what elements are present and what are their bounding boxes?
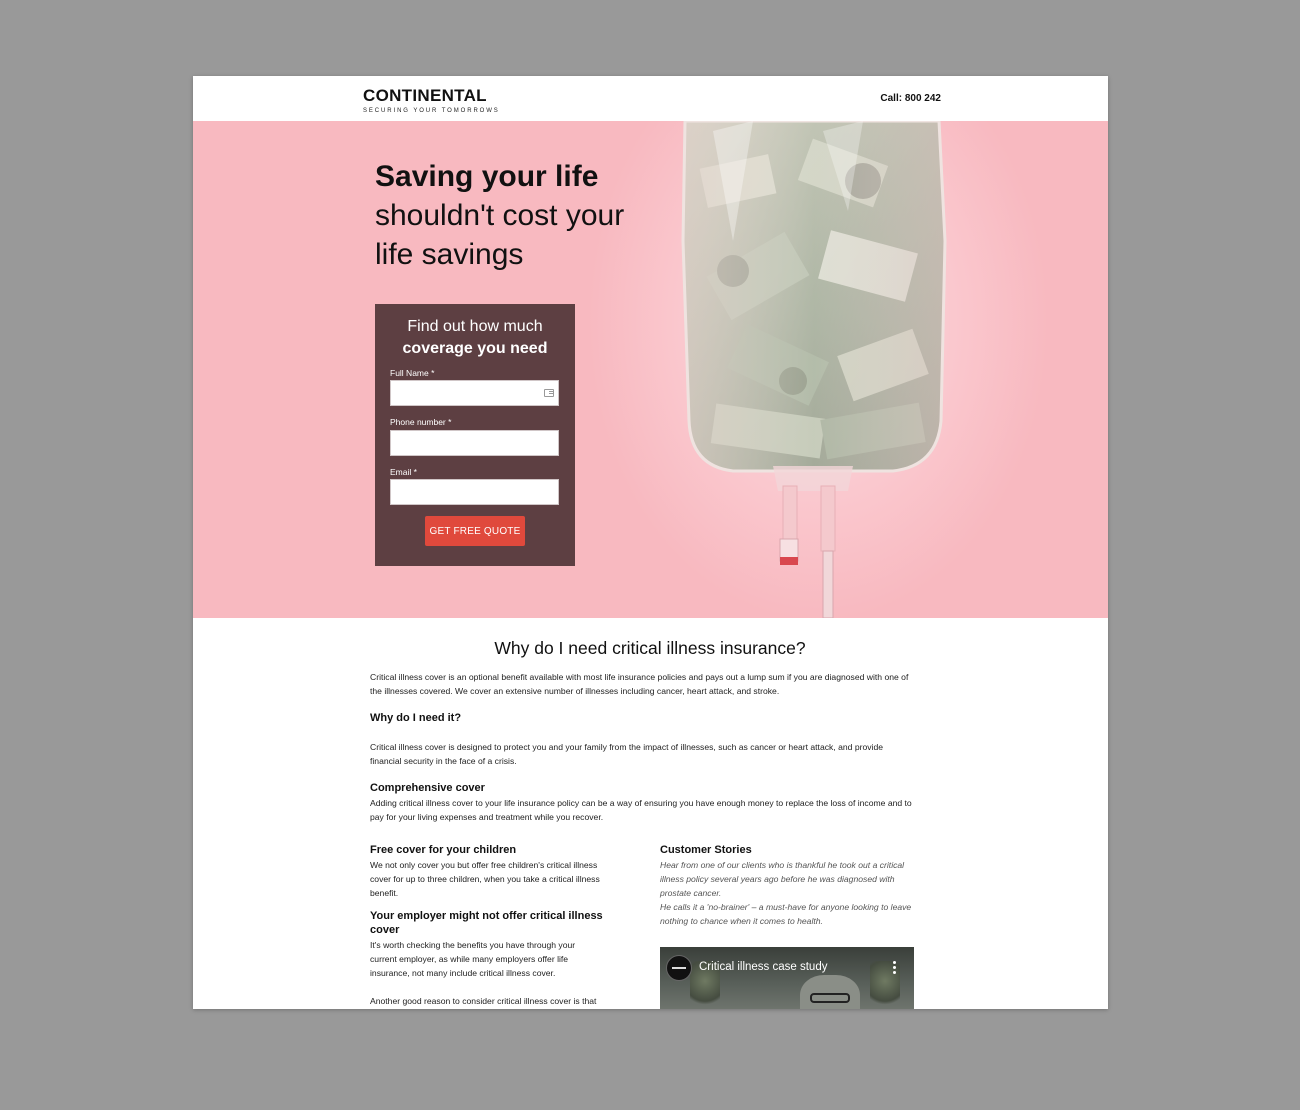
continental-logo[interactable]: CONTINENTAL SECURING YOUR TOMORROWS [363,86,500,115]
video-title[interactable]: Critical illness case study [699,961,827,973]
customer-stories-paragraph-2: He calls it a 'no-brainer' – a must-have… [660,902,912,926]
customer-stories-paragraph-1: Hear from one of our clients who is than… [660,860,905,898]
form-heading-line2: coverage you need [402,340,548,357]
employer-heading: Your employer might not offer critical i… [370,910,603,936]
get-free-quote-button[interactable]: GET FREE QUOTE [425,516,525,546]
hero-headline: Saving your life shouldn't cost your lif… [375,157,675,274]
email-label: Email * [390,467,417,477]
more-options-icon[interactable] [893,961,896,974]
hero-headline-line3: life savings [375,238,524,271]
quote-form: Find out how much coverage you need Full… [375,304,575,566]
full-name-label: Full Name * [390,368,435,378]
video-person-glasses [810,993,850,1003]
form-heading: Find out how much coverage you need [375,316,575,360]
logo-wordmark: CONTINENTAL [363,86,487,105]
call-phone-link[interactable]: Call: 800 242 [880,93,941,104]
why-heading: Why do I need it? [370,712,462,724]
intro-paragraph: Critical illness cover is an optional be… [370,672,909,696]
comprehensive-paragraph: Adding critical illness cover to your li… [370,798,912,822]
section-title: Why do I need critical illness insurance… [494,638,806,658]
why-paragraph: Critical illness cover is designed to pr… [370,742,883,766]
iv-bag-of-money-image [673,121,963,618]
video-person [800,975,860,1009]
comprehensive-heading: Comprehensive cover [370,782,485,794]
employer-paragraph: It's worth checking the benefits you hav… [370,940,576,978]
children-heading: Free cover for your children [370,844,517,856]
site-header: CONTINENTAL SECURING YOUR TOMORROWS Call… [193,76,1108,121]
iv-bag-illustration [681,121,947,618]
email-input[interactable] [390,479,559,505]
phone-number-label: Phone number * [390,417,452,427]
logo-tagline: SECURING YOUR TOMORROWS [363,108,500,114]
landing-page: CONTINENTAL SECURING YOUR TOMORROWS Call… [193,76,1108,1009]
form-heading-line1: Find out how much [407,318,543,335]
customer-stories-heading: Customer Stories [660,844,752,856]
full-name-input[interactable] [390,380,559,406]
another-reason-paragraph: Another good reason to consider critical… [370,996,597,1006]
hero-section: Saving your life shouldn't cost your lif… [193,121,1108,618]
children-paragraph: We not only cover you but offer free chi… [370,860,600,898]
phone-number-input[interactable] [390,430,559,456]
channel-avatar[interactable] [666,955,692,981]
hero-headline-line2: shouldn't cost your [375,199,625,232]
contact-card-icon[interactable] [544,389,554,397]
hero-headline-bold: Saving your life [375,160,599,193]
case-study-video[interactable]: Critical illness case study [660,947,914,1009]
